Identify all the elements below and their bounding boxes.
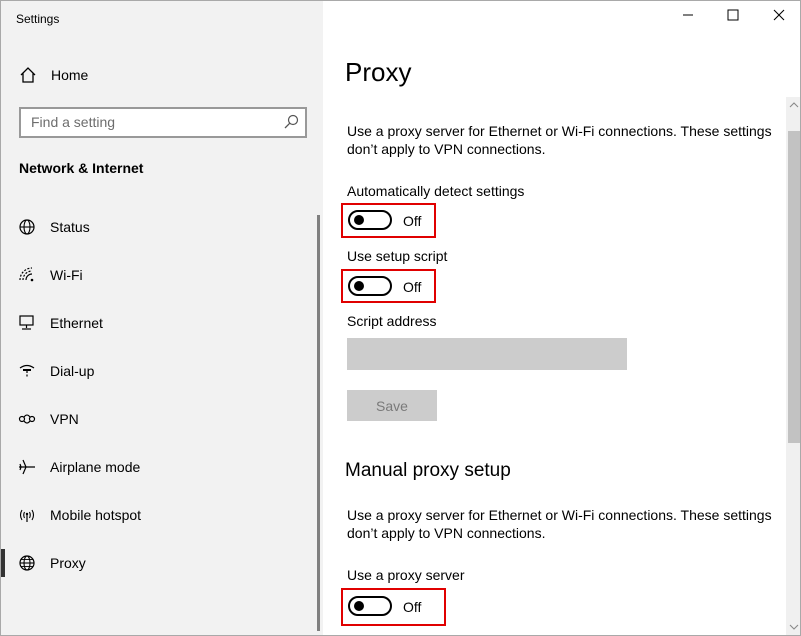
manual-proxy-description: Use a proxy server for Ethernet or Wi-Fi… — [347, 507, 772, 541]
use-proxy-state: Off — [403, 599, 422, 615]
scroll-down-icon[interactable] — [786, 619, 800, 635]
sidebar-item-label: VPN — [50, 411, 79, 427]
sidebar-item-ethernet[interactable]: Ethernet — [1, 305, 317, 341]
ethernet-icon — [18, 314, 36, 332]
section-title: Network & Internet — [19, 160, 144, 176]
setup-script-highlight: Off — [341, 269, 436, 303]
globe-status-icon — [18, 218, 36, 236]
sidebar-item-proxy[interactable]: Proxy — [1, 545, 317, 581]
airplane-icon — [18, 458, 36, 476]
script-address-input[interactable] — [347, 338, 627, 370]
use-proxy-toggle[interactable] — [348, 596, 392, 616]
setup-script-state: Off — [403, 279, 422, 295]
use-proxy-label: Use a proxy server — [347, 567, 465, 583]
sidebar-item-label: Wi-Fi — [50, 267, 83, 283]
close-icon — [773, 8, 785, 26]
use-proxy-highlight: Off — [341, 588, 446, 626]
page-title: Proxy — [345, 57, 412, 87]
sidebar-item-airplane-mode[interactable]: Airplane mode — [1, 449, 317, 485]
hotspot-icon — [18, 506, 36, 524]
dialup-icon — [18, 362, 36, 380]
sidebar-item-label: Status — [50, 219, 90, 235]
settings-window: Settings Home Find a setting Network & I… — [0, 0, 801, 636]
manual-proxy-heading: Manual proxy setup — [345, 460, 511, 481]
sidebar-item-status[interactable]: Status — [1, 209, 317, 245]
main-scrollbar[interactable] — [786, 97, 800, 635]
wifi-icon — [18, 266, 36, 284]
auto-proxy-description: Use a proxy server for Ethernet or Wi-Fi… — [347, 123, 772, 157]
auto-detect-state: Off — [403, 213, 422, 229]
sidebar-item-wifi[interactable]: Wi-Fi — [1, 257, 317, 293]
maximize-icon — [727, 8, 739, 26]
save-button[interactable]: Save — [347, 390, 437, 421]
sidebar-scrollbar[interactable] — [317, 215, 320, 631]
toggle-knob — [354, 601, 364, 611]
script-address-label: Script address — [347, 313, 437, 329]
search-icon[interactable] — [283, 114, 299, 130]
maximize-button[interactable] — [710, 1, 756, 33]
home-icon — [19, 66, 37, 84]
globe-icon — [18, 554, 36, 572]
home-nav-item[interactable]: Home — [1, 59, 323, 91]
setup-script-label: Use setup script — [347, 248, 448, 264]
minimize-button[interactable] — [665, 1, 711, 33]
app-title: Settings — [16, 12, 60, 26]
sidebar-item-label: Mobile hotspot — [50, 507, 142, 523]
vpn-icon — [18, 410, 36, 428]
sidebar-item-label: Airplane mode — [50, 459, 141, 475]
close-button[interactable] — [756, 1, 800, 33]
home-label: Home — [51, 67, 89, 83]
sidebar-item-mobile-hotspot[interactable]: Mobile hotspot — [1, 497, 317, 533]
setup-script-toggle[interactable] — [348, 276, 392, 296]
toggle-knob — [354, 281, 364, 291]
sidebar-item-label: Dial-up — [50, 363, 95, 379]
sidebar: Settings Home Find a setting Network & I… — [1, 1, 323, 635]
search-placeholder: Find a setting — [31, 114, 116, 130]
minimize-icon — [682, 8, 694, 26]
auto-detect-highlight: Off — [341, 203, 436, 238]
sidebar-item-label: Proxy — [50, 555, 86, 571]
sidebar-item-dialup[interactable]: Dial-up — [1, 353, 317, 389]
toggle-knob — [354, 215, 364, 225]
auto-detect-toggle[interactable] — [348, 210, 392, 230]
sidebar-item-vpn[interactable]: VPN — [1, 401, 317, 437]
search-input[interactable]: Find a setting — [19, 107, 307, 138]
auto-detect-label: Automatically detect settings — [347, 183, 525, 199]
scrollbar-thumb[interactable] — [788, 131, 800, 443]
scroll-up-icon[interactable] — [786, 97, 800, 113]
sidebar-item-label: Ethernet — [50, 315, 103, 331]
